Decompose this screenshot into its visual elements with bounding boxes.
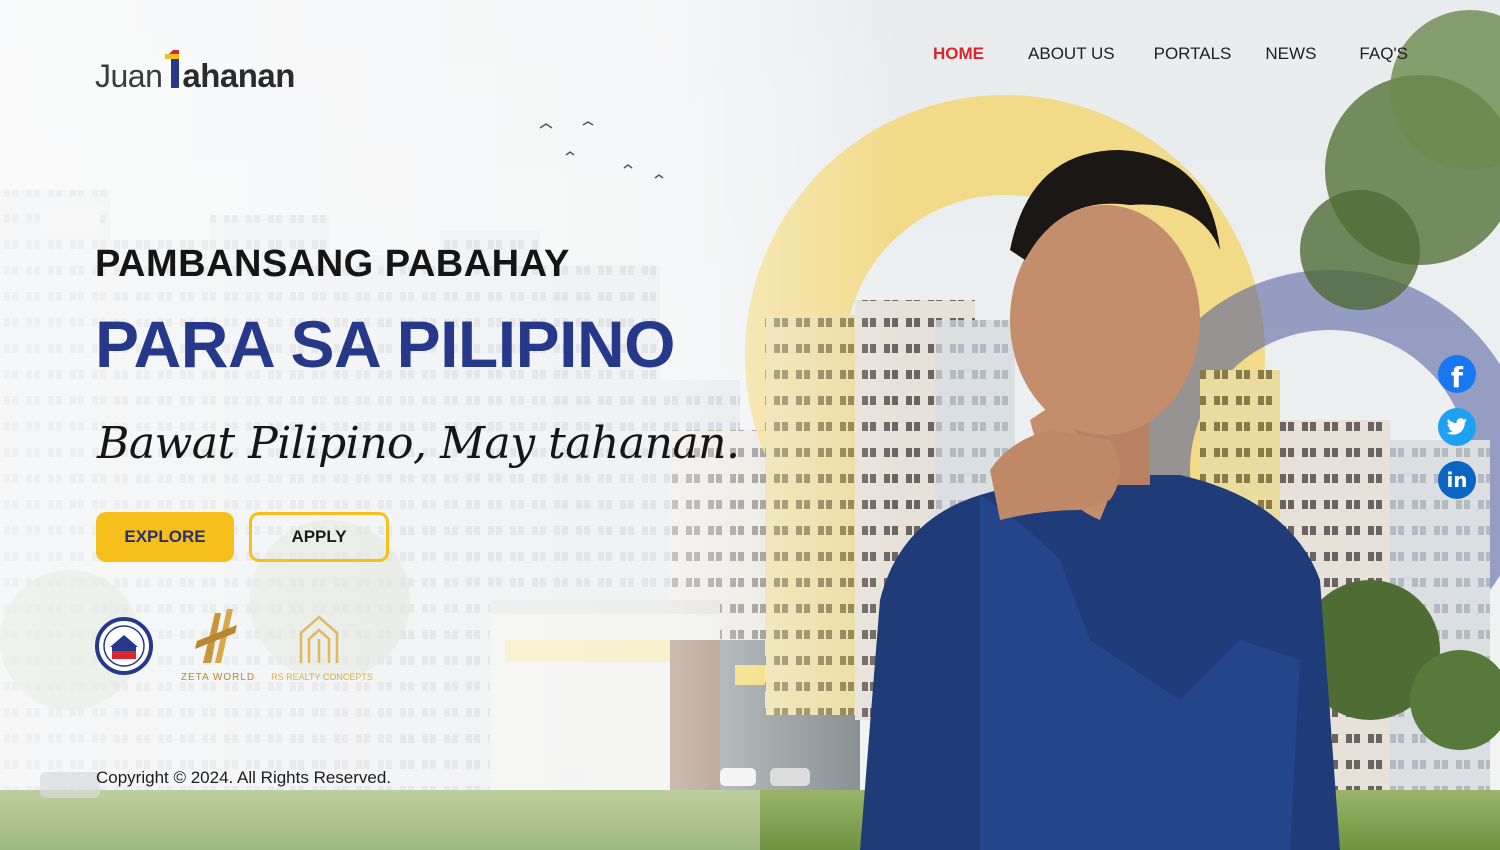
dhsud-seal-logo: [95, 617, 153, 675]
site-header: Juan ahanan HOME ABOUT US PORTALS NEWS F…: [0, 0, 1500, 110]
nav-about-us[interactable]: ABOUT US: [1028, 44, 1115, 64]
logo-mark-icon: [163, 50, 181, 92]
social-links: f in: [1438, 355, 1476, 499]
rs-realty-name: RS REALTY CONCEPTS: [271, 672, 373, 682]
apply-button[interactable]: APPLY: [249, 512, 389, 562]
nav-news[interactable]: NEWS: [1265, 44, 1316, 64]
logo-text-light: Juan: [95, 58, 163, 94]
facebook-glyph: f: [1450, 360, 1464, 394]
nav-faqs[interactable]: FAQ'S: [1359, 44, 1408, 64]
nav-home[interactable]: HOME: [933, 44, 984, 64]
twitter-bird-icon: [1446, 418, 1467, 435]
logo-text-bold: ahanan: [182, 57, 295, 94]
rs-realty-logo: RS REALTY CONCEPTS: [267, 605, 377, 685]
hero-tagline: Bawat Pilipino, May tahanan.: [97, 418, 740, 469]
zeta-world-logo: ZETA WORLD: [173, 605, 263, 685]
juantahanan-logo[interactable]: Juan ahanan: [95, 42, 295, 92]
linkedin-glyph: in: [1446, 468, 1468, 492]
facebook-icon[interactable]: f: [1438, 355, 1476, 394]
hero-headline: PARA SA PILIPINO: [95, 307, 675, 381]
zeta-world-name: ZETA WORLD: [180, 672, 256, 683]
hero-kicker: PAMBANSANG PABAHAY: [95, 243, 570, 285]
nav-portals[interactable]: PORTALS: [1154, 44, 1232, 64]
copyright-text: Copyright © 2024. All Rights Reserved.: [96, 768, 392, 787]
main-nav: HOME ABOUT US PORTALS NEWS FAQ'S: [933, 44, 1408, 64]
zeta-world-mark-icon: [195, 609, 237, 663]
partner-logos: ZETA WORLD RS REALTY CONCEPTS: [95, 605, 385, 695]
explore-button[interactable]: EXPLORE: [96, 512, 234, 562]
linkedin-icon[interactable]: in: [1438, 461, 1476, 499]
twitter-icon[interactable]: [1438, 408, 1476, 446]
rs-realty-mark-icon: [299, 615, 339, 663]
